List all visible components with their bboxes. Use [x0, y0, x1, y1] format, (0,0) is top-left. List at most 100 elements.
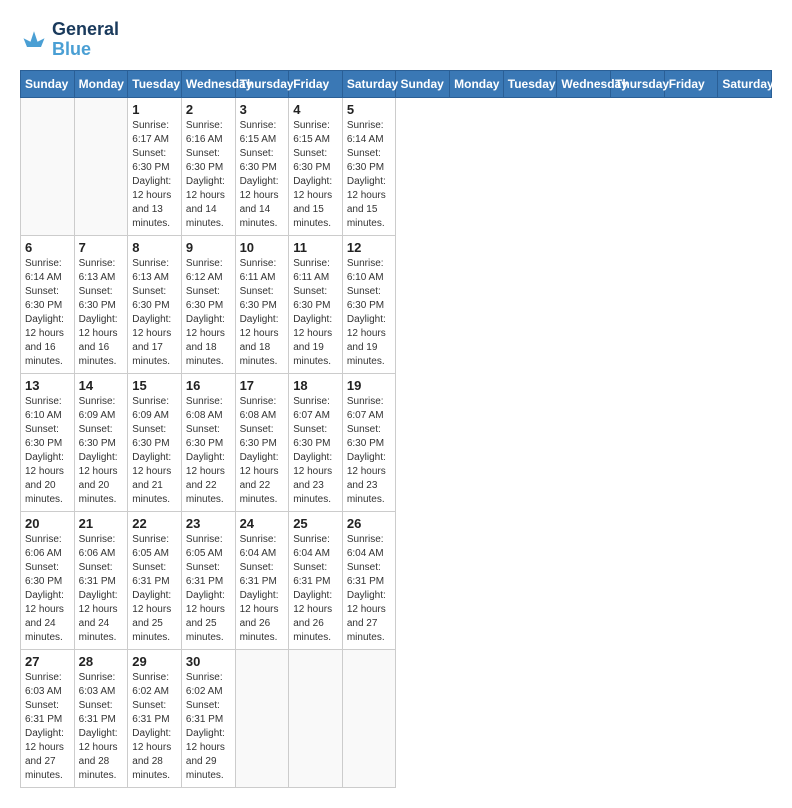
day-number: 6	[25, 240, 70, 255]
calendar-cell: 28Sunrise: 6:03 AM Sunset: 6:31 PM Dayli…	[74, 649, 128, 787]
day-number: 15	[132, 378, 177, 393]
day-number: 10	[240, 240, 285, 255]
calendar-cell	[235, 649, 289, 787]
logo-text: GeneralBlue	[52, 20, 119, 60]
day-detail: Sunrise: 6:11 AM Sunset: 6:30 PM Dayligh…	[240, 257, 285, 369]
calendar-cell: 26Sunrise: 6:04 AM Sunset: 6:31 PM Dayli…	[342, 511, 396, 649]
day-detail: Sunrise: 6:02 AM Sunset: 6:31 PM Dayligh…	[132, 671, 177, 783]
calendar-cell: 1Sunrise: 6:17 AM Sunset: 6:30 PM Daylig…	[128, 97, 182, 235]
day-number: 16	[186, 378, 231, 393]
calendar-cell: 22 Sunrise: 6:05 AM Sunset: 6:31 PM Dayli…	[128, 511, 182, 649]
day-number: 18	[293, 378, 338, 393]
day-detail: Sunrise: 6:03 AM Sunset: 6:31 PM Dayligh…	[25, 671, 70, 783]
weekday-header-tuesday: Tuesday	[503, 70, 557, 97]
day-detail: Sunrise: 6:10 AM Sunset: 6:30 PM Dayligh…	[347, 257, 392, 369]
day-detail: Sunrise: 6:15 AM Sunset: 6:30 PM Dayligh…	[240, 119, 285, 231]
calendar-cell: 18 Sunrise: 6:07 AM Sunset: 6:30 PM Dayli…	[289, 373, 343, 511]
weekday-header-monday: Monday	[450, 70, 504, 97]
calendar-cell: 14 Sunrise: 6:09 AM Sunset: 6:30 PM Dayli…	[74, 373, 128, 511]
calendar-cell: 2 Sunrise: 6:16 AM Sunset: 6:30 PM Daylig…	[181, 97, 235, 235]
calendar-cell: 23 Sunrise: 6:05 AM Sunset: 6:31 PM Dayli…	[181, 511, 235, 649]
day-detail: Sunrise: 6:06 AM Sunset: 6:31 PM Dayligh…	[79, 533, 124, 645]
day-detail: Sunrise: 6:16 AM Sunset: 6:30 PM Dayligh…	[186, 119, 231, 231]
calendar-week-4: 20 Sunrise: 6:06 AM Sunset: 6:30 PM Dayli…	[21, 511, 772, 649]
day-number: 9	[186, 240, 231, 255]
calendar-cell	[21, 97, 75, 235]
day-number: 1	[132, 102, 177, 117]
day-number: 25	[293, 516, 338, 531]
weekday-header-thursday: Thursday	[235, 70, 289, 97]
day-detail: Sunrise: 6:02 AM Sunset: 6:31 PM Dayligh…	[186, 671, 231, 783]
calendar-cell: 17Sunrise: 6:08 AM Sunset: 6:30 PM Dayli…	[235, 373, 289, 511]
weekday-header-wednesday: Wednesday	[557, 70, 611, 97]
day-detail: Sunrise: 6:14 AM Sunset: 6:30 PM Dayligh…	[25, 257, 70, 369]
day-number: 7	[79, 240, 124, 255]
calendar-cell: 13Sunrise: 6:10 AM Sunset: 6:30 PM Dayli…	[21, 373, 75, 511]
calendar-cell: 15 Sunrise: 6:09 AM Sunset: 6:30 PM Dayli…	[128, 373, 182, 511]
calendar-week-3: 13Sunrise: 6:10 AM Sunset: 6:30 PM Dayli…	[21, 373, 772, 511]
calendar-cell	[289, 649, 343, 787]
weekday-header-tuesday: Tuesday	[128, 70, 182, 97]
calendar-week-1: 1Sunrise: 6:17 AM Sunset: 6:30 PM Daylig…	[21, 97, 772, 235]
day-number: 14	[79, 378, 124, 393]
calendar-cell	[74, 97, 128, 235]
calendar-cell: 30 Sunrise: 6:02 AM Sunset: 6:31 PM Dayli…	[181, 649, 235, 787]
day-detail: Sunrise: 6:15 AM Sunset: 6:30 PM Dayligh…	[293, 119, 338, 231]
day-detail: Sunrise: 6:09 AM Sunset: 6:30 PM Dayligh…	[132, 395, 177, 507]
day-detail: Sunrise: 6:08 AM Sunset: 6:30 PM Dayligh…	[240, 395, 285, 507]
day-number: 2	[186, 102, 231, 117]
day-detail: Sunrise: 6:14 AM Sunset: 6:30 PM Dayligh…	[347, 119, 392, 231]
calendar-cell: 21Sunrise: 6:06 AM Sunset: 6:31 PM Dayli…	[74, 511, 128, 649]
weekday-header-sunday: Sunday	[21, 70, 75, 97]
day-number: 11	[293, 240, 338, 255]
calendar-cell: 3Sunrise: 6:15 AM Sunset: 6:30 PM Daylig…	[235, 97, 289, 235]
day-number: 22	[132, 516, 177, 531]
day-detail: Sunrise: 6:11 AM Sunset: 6:30 PM Dayligh…	[293, 257, 338, 369]
day-number: 4	[293, 102, 338, 117]
day-detail: Sunrise: 6:05 AM Sunset: 6:31 PM Dayligh…	[186, 533, 231, 645]
weekday-header-thursday: Thursday	[611, 70, 665, 97]
day-detail: Sunrise: 6:12 AM Sunset: 6:30 PM Dayligh…	[186, 257, 231, 369]
day-detail: Sunrise: 6:09 AM Sunset: 6:30 PM Dayligh…	[79, 395, 124, 507]
weekday-header-saturday: Saturday	[718, 70, 772, 97]
day-number: 13	[25, 378, 70, 393]
calendar-cell: 24Sunrise: 6:04 AM Sunset: 6:31 PM Dayli…	[235, 511, 289, 649]
day-detail: Sunrise: 6:07 AM Sunset: 6:30 PM Dayligh…	[293, 395, 338, 507]
logo-icon	[20, 26, 48, 54]
day-detail: Sunrise: 6:04 AM Sunset: 6:31 PM Dayligh…	[293, 533, 338, 645]
calendar-week-5: 27 Sunrise: 6:03 AM Sunset: 6:31 PM Dayli…	[21, 649, 772, 787]
calendar-cell: 27 Sunrise: 6:03 AM Sunset: 6:31 PM Dayli…	[21, 649, 75, 787]
calendar-cell: 7Sunrise: 6:13 AM Sunset: 6:30 PM Daylig…	[74, 235, 128, 373]
day-detail: Sunrise: 6:05 AM Sunset: 6:31 PM Dayligh…	[132, 533, 177, 645]
calendar-table: SundayMondayTuesdayWednesdayThursdayFrid…	[20, 70, 772, 788]
weekday-header-sunday: Sunday	[396, 70, 450, 97]
calendar-cell	[342, 649, 396, 787]
weekday-header-wednesday: Wednesday	[181, 70, 235, 97]
day-number: 26	[347, 516, 392, 531]
day-detail: Sunrise: 6:07 AM Sunset: 6:30 PM Dayligh…	[347, 395, 392, 507]
day-detail: Sunrise: 6:04 AM Sunset: 6:31 PM Dayligh…	[240, 533, 285, 645]
calendar-cell: 12 Sunrise: 6:10 AM Sunset: 6:30 PM Dayli…	[342, 235, 396, 373]
day-number: 30	[186, 654, 231, 669]
day-detail: Sunrise: 6:08 AM Sunset: 6:30 PM Dayligh…	[186, 395, 231, 507]
calendar-cell: 8Sunrise: 6:13 AM Sunset: 6:30 PM Daylig…	[128, 235, 182, 373]
logo: GeneralBlue	[20, 20, 119, 60]
day-number: 12	[347, 240, 392, 255]
calendar-week-2: 6 Sunrise: 6:14 AM Sunset: 6:30 PM Daylig…	[21, 235, 772, 373]
calendar-cell: 16 Sunrise: 6:08 AM Sunset: 6:30 PM Dayli…	[181, 373, 235, 511]
calendar-cell: 6 Sunrise: 6:14 AM Sunset: 6:30 PM Daylig…	[21, 235, 75, 373]
weekday-header-monday: Monday	[74, 70, 128, 97]
day-number: 8	[132, 240, 177, 255]
day-detail: Sunrise: 6:06 AM Sunset: 6:30 PM Dayligh…	[25, 533, 70, 645]
day-number: 23	[186, 516, 231, 531]
calendar-cell: 9 Sunrise: 6:12 AM Sunset: 6:30 PM Daylig…	[181, 235, 235, 373]
day-number: 27	[25, 654, 70, 669]
day-detail: Sunrise: 6:03 AM Sunset: 6:31 PM Dayligh…	[79, 671, 124, 783]
calendar-cell: 29 Sunrise: 6:02 AM Sunset: 6:31 PM Dayli…	[128, 649, 182, 787]
calendar-cell: 25 Sunrise: 6:04 AM Sunset: 6:31 PM Dayli…	[289, 511, 343, 649]
day-number: 29	[132, 654, 177, 669]
calendar-cell: 5 Sunrise: 6:14 AM Sunset: 6:30 PM Daylig…	[342, 97, 396, 235]
day-number: 20	[25, 516, 70, 531]
day-number: 5	[347, 102, 392, 117]
calendar-cell: 19Sunrise: 6:07 AM Sunset: 6:30 PM Dayli…	[342, 373, 396, 511]
